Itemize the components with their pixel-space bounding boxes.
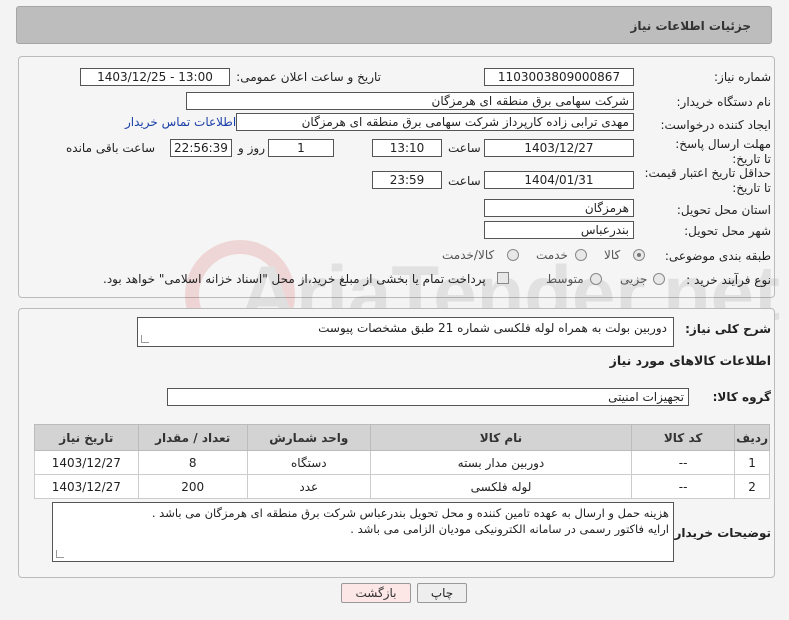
need-number-field: 1103003809000867 [484, 68, 634, 86]
resize-grip-icon[interactable] [141, 335, 149, 343]
validity-label: حداقل تاریخ اعتبار قیمت: تا تاریخ: [644, 166, 771, 195]
contact-info-link[interactable]: اطلاعات تماس خریدار [125, 115, 236, 129]
days-field: 1 [268, 139, 334, 157]
creator-field: مهدی ترابی زاده کارپرداز شرکت سهامی برق … [236, 113, 634, 131]
process-small-label: جزیی [620, 272, 648, 286]
province-field: هرمزگان [484, 199, 634, 217]
process-label: نوع فرآیند خرید : [686, 273, 771, 287]
goods-section-title: اطلاعات کالاهای مورد نیاز [609, 353, 771, 368]
page-header: جزئیات اطلاعات نیاز [16, 6, 772, 44]
col-unit-header: واحد شمارش [246, 424, 371, 451]
buyer-notes-line-2: ارایه فاکتور رسمی در سامانه الکترونیکی م… [350, 522, 669, 536]
validity-date-field: 1404/01/31 [484, 171, 634, 189]
buyer-notes-line-1: هزینه حمل و ارسال به عهده تامین کننده و … [151, 506, 669, 520]
need-number-label: شماره نیاز: [714, 70, 771, 84]
process-small-radio[interactable] [653, 273, 665, 285]
deadline-date-field: 1403/12/27 [484, 139, 634, 157]
validity-time-field: 23:59 [372, 171, 442, 189]
city-label: شهر محل تحویل: [684, 224, 771, 238]
announce-label: تاریخ و ساعت اعلان عمومی: [236, 70, 381, 84]
goods-group-field: تجهیزات امنیتی [167, 388, 689, 406]
col-row-header: ردیف [734, 424, 770, 451]
row-number: 2 [734, 474, 770, 499]
buyer-notes-field: هزینه حمل و ارسال به عهده تامین کننده و … [52, 502, 674, 562]
category-goods-radio[interactable] [633, 249, 645, 261]
days-label: روز و [238, 141, 265, 155]
description-field: دوربین بولت به همراه لوله فلکسی شماره 21… [137, 317, 674, 347]
deadline-label: مهلت ارسال پاسخ: تا تاریخ: [675, 137, 771, 166]
remaining-label: ساعت باقی مانده [66, 141, 156, 155]
category-service-radio[interactable] [575, 249, 587, 261]
goods-table: ردیف کد کالا نام کالا واحد شمارش تعداد /… [34, 424, 770, 499]
page-title: جزئیات اطلاعات نیاز [630, 19, 751, 33]
item-name: دوربین مدار بسته [369, 450, 633, 475]
item-code: -- [631, 450, 736, 475]
col-date-header: تاریخ نیاز [34, 424, 139, 451]
announce-field: 1403/12/25 - 13:00 [80, 68, 230, 86]
category-both-label: کالا/خدمت [442, 248, 495, 262]
item-code: -- [631, 474, 736, 499]
resize-grip-icon[interactable] [56, 550, 64, 558]
item-name: لوله فلکسی [369, 474, 633, 499]
treasury-payment-note: پرداخت تمام یا بخشی از مبلغ خرید،از محل … [103, 272, 486, 286]
col-qty-header: تعداد / مقدار [137, 424, 248, 451]
buyer-label: نام دستگاه خریدار: [676, 95, 772, 109]
item-unit: دستگاه [246, 450, 371, 475]
buyer-notes-label: توضیحات خریدار: [669, 526, 771, 540]
deadline-time-field: 13:10 [372, 139, 442, 157]
table-row: 2 -- لوله فلکسی عدد 200 1403/12/27 [34, 474, 770, 499]
row-number: 1 [734, 450, 770, 475]
remaining-time-field: 22:56:39 [170, 139, 232, 157]
process-medium-label: متوسط [546, 272, 584, 286]
goods-table-container: ردیف کد کالا نام کالا واحد شمارش تعداد /… [34, 424, 770, 499]
deadline-time-label: ساعت [448, 141, 481, 155]
table-header-row: ردیف کد کالا نام کالا واحد شمارش تعداد /… [34, 424, 770, 451]
province-label: استان محل تحویل: [676, 203, 771, 217]
category-both-radio[interactable] [507, 249, 519, 261]
description-label: شرح کلی نیاز: [685, 322, 771, 336]
back-button[interactable]: بازگشت [341, 583, 411, 603]
description-text: دوربین بولت به همراه لوله فلکسی شماره 21… [318, 321, 667, 335]
col-name-header: نام کالا [369, 424, 633, 451]
print-button[interactable]: چاپ [417, 583, 467, 603]
buyer-field: شرکت سهامی برق منطقه ای هرمزگان [186, 92, 634, 110]
treasury-payment-checkbox[interactable] [497, 272, 509, 284]
item-need-date: 1403/12/27 [34, 450, 139, 475]
table-row: 1 -- دوربین مدار بسته دستگاه 8 1403/12/2… [34, 450, 770, 475]
validity-time-label: ساعت [448, 174, 481, 188]
item-unit: عدد [246, 474, 371, 499]
item-quantity: 8 [137, 450, 248, 475]
process-medium-radio[interactable] [590, 273, 602, 285]
category-label: طبقه بندی موضوعی: [664, 249, 771, 263]
item-need-date: 1403/12/27 [34, 474, 139, 499]
city-field: بندرعباس [484, 221, 634, 239]
col-code-header: کد کالا [631, 424, 736, 451]
creator-label: ایجاد کننده درخواست: [660, 118, 771, 132]
category-goods-label: کالا [604, 248, 621, 262]
item-quantity: 200 [137, 474, 248, 499]
category-service-label: خدمت [536, 248, 568, 262]
goods-group-label: گروه کالا: [712, 390, 771, 404]
